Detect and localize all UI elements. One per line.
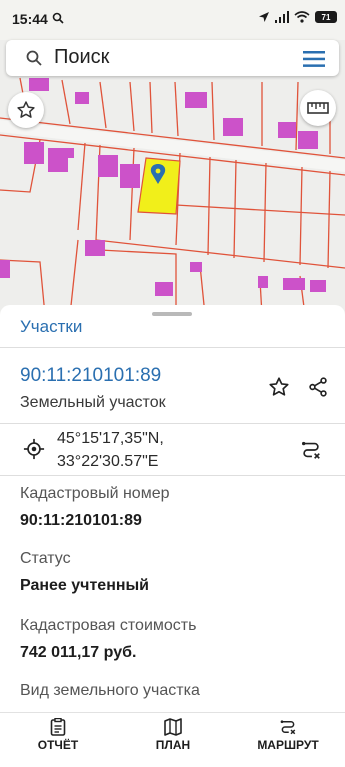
signal-icon [275,11,289,23]
star-icon [17,101,35,118]
document-icon [50,718,66,736]
map-canvas[interactable] [0,40,345,315]
search-input[interactable]: Поиск [54,46,109,69]
route-tab-label: МАРШРУТ [257,738,319,752]
field-label-land-use: Вид земельного участка [20,682,200,699]
parcel-info-sheet: Участки 90:11:210101:89 Земельный участо… [0,305,345,767]
coordinates-longitude: 33°22'30.57"E [57,453,159,470]
field-value-cadastral-number: 90:11:210101:89 [20,512,142,529]
field-value-cadastral-value: 742 011,17 руб. [20,644,137,661]
cadastral-number-link[interactable]: 90:11:210101:89 [20,365,161,387]
location-arrow-icon [259,12,269,22]
search-bar[interactable]: Поиск [6,40,339,76]
battery-icon: 71 [315,11,337,23]
wifi-icon [294,11,310,23]
field-label-cadastral-number: Кадастровый номер [20,485,170,502]
field-value-status: Ранее учтенный [20,577,150,594]
report-tab-label: ОТЧЁТ [37,738,79,752]
field-label-status: Статус [20,550,71,567]
search-status-icon [52,12,64,24]
crosshair-icon[interactable] [23,438,45,460]
battery-level: 71 [321,12,331,22]
ruler-icon [307,102,329,114]
map-icon [164,718,182,736]
share-icon[interactable] [307,376,329,398]
parcel-type: Земельный участок [20,394,166,411]
favorite-map-button[interactable] [8,92,44,128]
bottom-nav: ОТЧЁТ ПЛАН МАРШРУТ [0,712,345,767]
divider [0,423,345,424]
cadastral-map[interactable] [0,40,345,315]
divider [0,347,345,348]
field-label-cadastral-value: Кадастровая стоимость [20,617,197,634]
route-icon [280,720,296,735]
ruler-button[interactable] [300,90,336,126]
sheet-title: Участки [20,317,83,336]
route-icon[interactable] [300,439,322,461]
status-time: 15:44 [12,11,48,27]
star-icon[interactable] [268,376,290,398]
sheet-drag-handle[interactable] [152,312,192,316]
divider [0,475,345,476]
plan-tab[interactable]: ПЛАН [123,713,223,767]
search-icon [26,50,42,66]
menu-icon[interactable] [303,51,325,67]
plan-tab-label: ПЛАН [155,738,191,752]
report-tab[interactable]: ОТЧЁТ [8,713,108,767]
route-tab[interactable]: МАРШРУТ [238,713,338,767]
coordinates-latitude: 45°15'17,35"N, [57,430,164,447]
status-icons: 71 [258,11,337,23]
status-bar: 15:44 71 [0,0,345,40]
